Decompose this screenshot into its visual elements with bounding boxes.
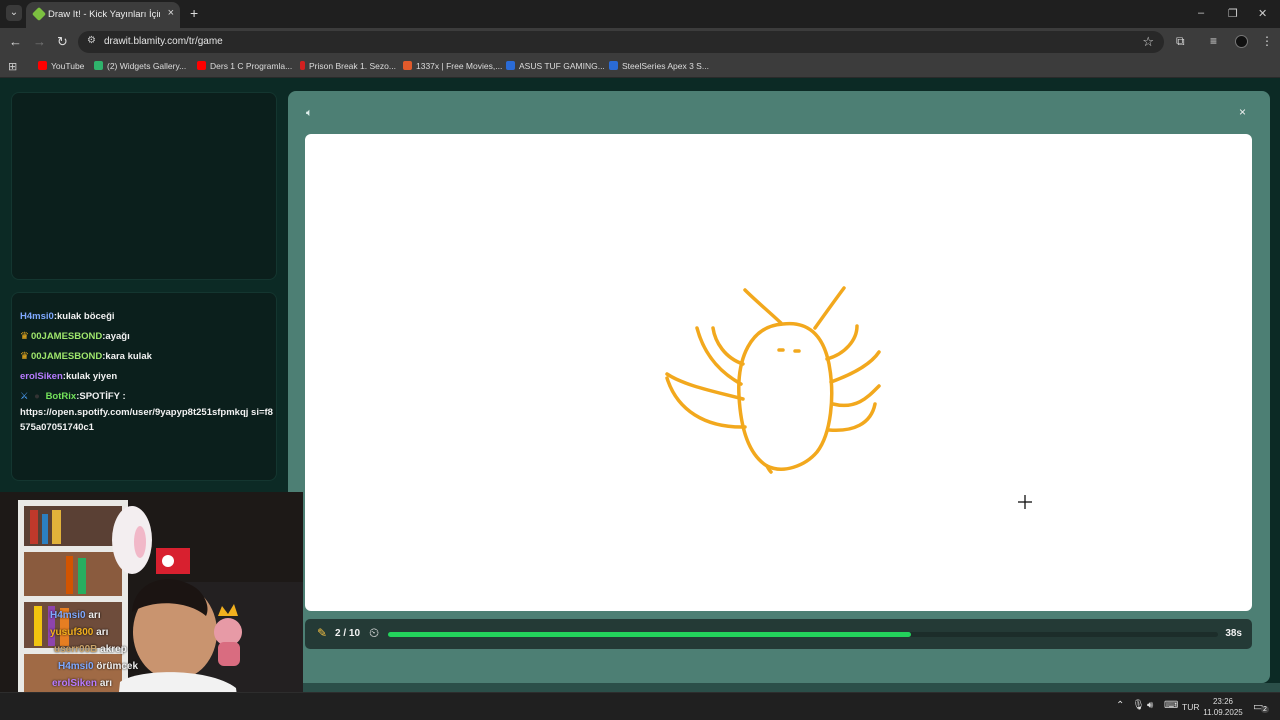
drawing-leg-stroke	[711, 326, 745, 366]
seconds-remaining: 38s	[1225, 628, 1242, 639]
bookmarks-bar: ⊞ YouTube (2) Widgets Gallery... Ders 1 …	[0, 56, 1280, 78]
drawing-leg-stroke	[665, 376, 747, 429]
browser-tab[interactable]: Draw It! - Kick Yayınları İçin Çizim ×	[26, 2, 180, 28]
game-controls-bar: ✎ 2 / 10 ⏲ 38s	[305, 619, 1252, 649]
sword-icon: ⚔	[20, 391, 29, 402]
bookmark-item[interactable]: ASUS TUF GAMING...	[506, 61, 605, 71]
bookmark-site-icon	[609, 61, 618, 70]
close-window-button[interactable]: ✕	[1258, 7, 1267, 20]
youtube-icon	[38, 61, 47, 70]
profile-avatar-icon[interactable]	[1235, 35, 1248, 48]
chat-link[interactable]: https://open.spotify.com/user/9yapyp8t25…	[20, 405, 275, 435]
game-card: 🔈︎ × ✎ 2 / 10 ⏲ 38s	[288, 91, 1270, 683]
bookmark-item[interactable]: (2) Widgets Gallery...	[94, 61, 186, 71]
drawing-leg-stroke	[831, 384, 881, 408]
microphone-icon[interactable]: 🎙︎	[1132, 700, 1145, 711]
crown-icon: ♛	[20, 331, 29, 342]
bookmark-star-icon[interactable]: ☆	[1142, 34, 1154, 50]
bookmark-item[interactable]: YouTube	[38, 61, 84, 71]
forward-arrow-icon[interactable]: →	[33, 34, 46, 49]
chat-message: ♛ 00JAMESBOND:ayağı	[20, 331, 130, 342]
time-progress-bar	[388, 632, 1218, 637]
drawing-leg-stroke	[827, 402, 877, 433]
widgets-icon	[94, 61, 103, 70]
timer-icon: ⏲	[369, 625, 380, 640]
drawing-leg-stroke	[695, 326, 743, 386]
drawing-body-stroke	[737, 321, 834, 471]
drawing-antenna-stroke	[743, 288, 783, 325]
notification-count: 2	[1261, 706, 1269, 713]
speaker-icon[interactable]: 🔈︎	[306, 107, 313, 120]
chat-message: ♛ 00JAMESBOND:kara kulak	[20, 351, 152, 362]
extensions-icon[interactable]: ⧉	[1176, 34, 1185, 49]
time-progress-fill	[388, 632, 911, 637]
chat-panel: H4msi0:kulak böceği ♛ 00JAMESBOND:ayağı ♛…	[11, 292, 277, 481]
bookmark-site-icon	[403, 61, 412, 70]
crown-icon: ♛	[20, 351, 29, 362]
url-text: drawit.blamity.com/tr/game	[104, 36, 223, 47]
drawing-antenna-stroke	[813, 286, 846, 330]
page-bottom-strip	[302, 683, 1280, 692]
chat-message: erolSiken:kulak yiyen	[20, 371, 118, 382]
webcam-image	[0, 492, 303, 720]
taskbar: ⌃ 🎙︎ 🔊︎ ⌨ TUR 23:26 11.09.2025 ▭ 2	[0, 692, 1280, 720]
site-favicon-icon	[31, 6, 47, 22]
bookmark-item[interactable]: Prison Break 1. Sezo...	[300, 61, 396, 71]
clock-date: 11.09.2025	[1203, 708, 1243, 717]
apps-grid-icon[interactable]: ⊞	[8, 60, 17, 73]
site-info-icon[interactable]: ⚙	[87, 35, 96, 46]
youtube-icon	[197, 61, 206, 70]
webcam-chat-message: userr00B akrep	[54, 644, 127, 655]
pencil-icon: ✎	[317, 626, 328, 640]
new-tab-button[interactable]: +	[190, 5, 198, 21]
chat-message: H4msi0:kulak böceği	[20, 311, 115, 322]
bookmark-item[interactable]: SteelSeries Apex 3 S...	[609, 61, 709, 71]
clock[interactable]: 23:26 11.09.2025	[1203, 696, 1243, 718]
restore-button[interactable]: ❐	[1228, 7, 1238, 20]
close-icon[interactable]: ×	[1239, 105, 1246, 119]
drawing-canvas[interactable]	[305, 134, 1252, 611]
round-counter: 2 / 10	[335, 628, 361, 639]
tab-title: Draw It! - Kick Yayınları İçin Çizim	[48, 9, 160, 20]
browser-tab-bar: ⌄ Draw It! - Kick Yayınları İçin Çizim ×…	[0, 0, 1280, 28]
stream-panel	[11, 92, 277, 280]
minimize-button[interactable]: –	[1198, 7, 1204, 19]
bookmark-item[interactable]: Ders 1 C Programla...	[197, 61, 292, 71]
network-icon[interactable]: ⌨	[1164, 700, 1178, 711]
webcam-chat-message: yusuf300 arı	[50, 627, 109, 638]
drawing-leg-stroke	[829, 350, 881, 384]
media-controls-icon[interactable]: ≡	[1210, 34, 1217, 48]
address-toolbar: ← → ↻ ⚙ drawit.blamity.com/tr/game ☆ ⧉ ≡…	[0, 28, 1280, 56]
webcam-chat-message: H4msi0 örümcek	[58, 661, 139, 672]
webcam-chat-message: H4msi0 arı	[50, 610, 101, 621]
browser-menu-icon[interactable]: ⋮	[1261, 34, 1273, 48]
drawing-leg-stroke	[825, 324, 859, 361]
volume-icon[interactable]: 🔊︎	[1147, 700, 1153, 711]
chevron-up-icon[interactable]: ⌃	[1116, 700, 1124, 711]
tab-search-icon[interactable]: ⌄	[6, 5, 22, 21]
drawing-svg	[665, 286, 1032, 509]
clock-time: 23:26	[1212, 697, 1234, 706]
crosshair-cursor-icon	[1018, 495, 1032, 509]
bookmark-site-icon	[506, 61, 515, 70]
reload-icon[interactable]: ↻	[57, 34, 68, 50]
bookmark-item[interactable]: 1337x | Free Movies,...	[403, 61, 502, 71]
webcam-overlay: H4msi0 arı yusuf300 arı userr00B akrep H…	[0, 492, 303, 720]
back-arrow-icon[interactable]: ←	[9, 34, 22, 49]
tab-close-icon[interactable]: ×	[168, 7, 174, 19]
webcam-chat-message: erolSiken arı	[52, 678, 113, 689]
language-indicator[interactable]: TUR	[1182, 702, 1199, 712]
url-bar[interactable]: ⚙ drawit.blamity.com/tr/game ☆	[78, 31, 1164, 53]
chat-message: ⚔ ● BotRix:SPOTİFY :	[20, 391, 126, 402]
bot-badge-icon: ●	[34, 391, 40, 402]
bookmark-site-icon	[300, 61, 305, 70]
